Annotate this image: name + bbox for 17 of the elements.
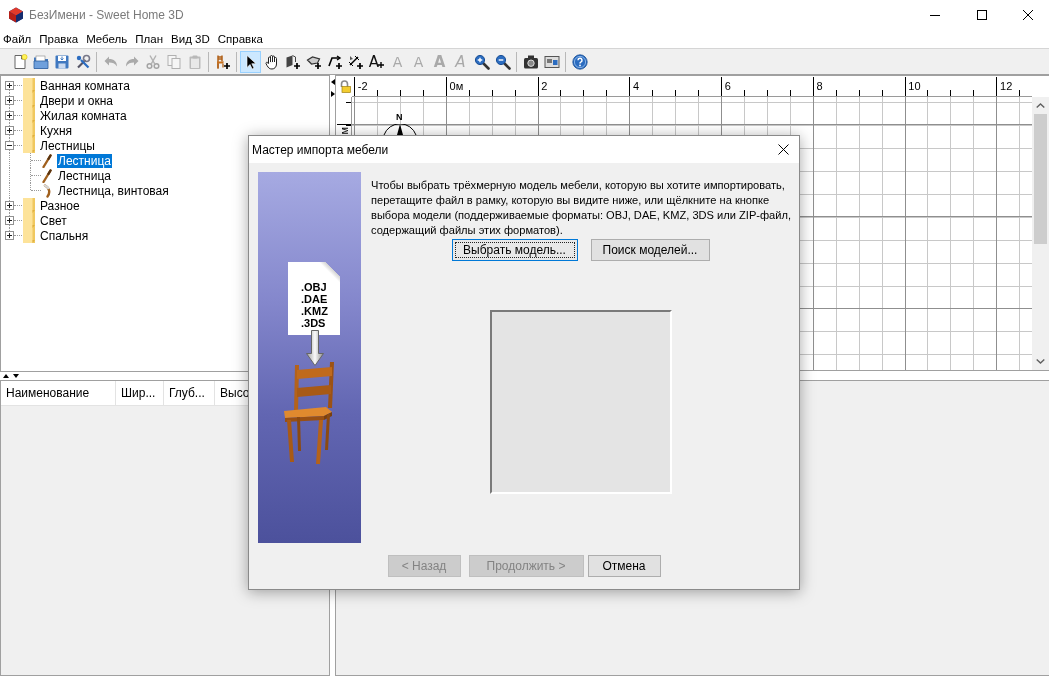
file-format-label: .OBJ xyxy=(301,281,328,293)
ruler-label: 0м xyxy=(449,80,464,92)
compass-north-label: N xyxy=(396,113,403,122)
instructions-text: Чтобы выбрать трёхмерную модель мебели, которую вы хотите импортировать, перетащите файл в рамку, которую вы видите ниже, или щёлкните на кнопке выбора модели (поддерживаемые форматы: OBJ, DAE, KMZ, 3DS или ZIP-файл, содержащий файлы этих форматов). xyxy=(371,178,793,238)
ruler-label: 8 xyxy=(816,80,823,92)
ruler-label: 12 xyxy=(1000,80,1013,92)
ruler-label: 4 xyxy=(633,80,640,92)
file-format-label: .DAE xyxy=(301,293,329,305)
window-title: БезИмени - Sweet Home 3D xyxy=(29,8,184,22)
file-format-label: .KMZ xyxy=(301,305,329,317)
ruler-label: -2 xyxy=(357,80,368,92)
ruler-label: 10 xyxy=(908,80,921,92)
ruler-label: 6 xyxy=(724,80,731,92)
dialog-title: Мастер импорта мебели xyxy=(252,142,389,157)
file-format-label: .3DS xyxy=(301,317,327,329)
ruler-label: м xyxy=(338,127,350,135)
ruler-label: 2 xyxy=(541,80,548,92)
